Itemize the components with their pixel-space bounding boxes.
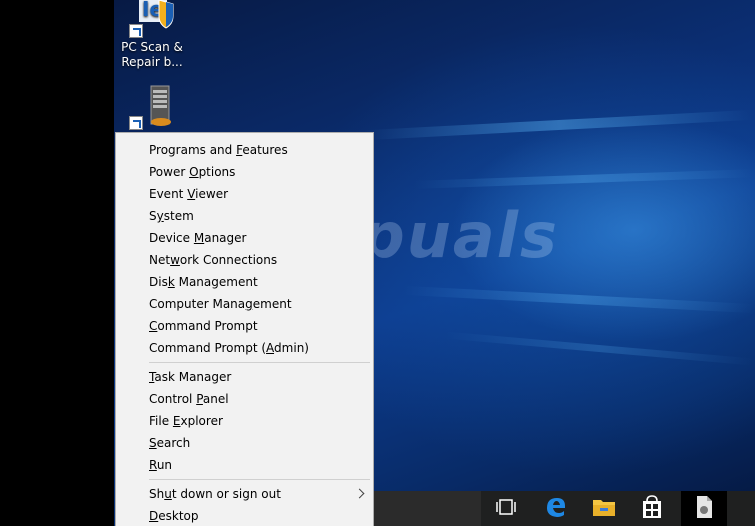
menu-item-label: anager: [204, 231, 247, 245]
pc-scan-repair-icon: Ie: [129, 0, 175, 38]
menu-item-label: ement: [252, 297, 292, 311]
store-taskbar-button[interactable]: [629, 491, 675, 526]
edge-browser-icon: [544, 495, 568, 523]
task-view-icon: [496, 498, 516, 519]
menu-item-label: earch: [156, 436, 191, 450]
menu-item-search[interactable]: Search: [116, 432, 373, 454]
menu-item-label: Programs and: [149, 143, 237, 157]
menu-item-label: Control: [149, 392, 197, 406]
menu-item-access-key: P: [196, 392, 203, 406]
menu-separator: [149, 479, 370, 480]
left-black-strip: [0, 0, 114, 526]
menu-item-command-prompt[interactable]: Command Prompt: [116, 315, 373, 337]
menu-item-label: Net: [149, 253, 171, 267]
menu-item-label: Management: [174, 275, 258, 289]
menu-item-access-key: S: [149, 436, 157, 450]
menu-item-access-key: A: [266, 341, 275, 355]
menu-item-network-connections[interactable]: Network Connections: [116, 249, 373, 271]
menu-item-label: File: [149, 414, 173, 428]
menu-item-label: anel: [202, 392, 229, 406]
menu-item-label: t down or sign out: [171, 487, 281, 501]
menu-item-label: Power: [149, 165, 190, 179]
chevron-right-icon: [354, 488, 365, 499]
edge-taskbar-button[interactable]: [533, 491, 579, 526]
server-shortcut-icon: [129, 84, 175, 130]
store-icon: [641, 494, 663, 523]
menu-item-label: ork Connections: [179, 253, 278, 267]
menu-item-access-key: V: [187, 187, 196, 201]
menu-item-label: Event: [149, 187, 188, 201]
file-explorer-icon: [592, 496, 616, 522]
menu-item-label: dmin): [274, 341, 309, 355]
menu-item-access-key: u: [164, 487, 172, 501]
menu-item-event-viewer[interactable]: Event Viewer: [116, 183, 373, 205]
menu-item-label: ask Manager: [154, 370, 232, 384]
menu-item-label: esktop: [158, 509, 199, 523]
menu-item-control-panel[interactable]: Control Panel: [116, 388, 373, 410]
menu-item-label: ommand Prompt: [157, 319, 258, 333]
menu-item-access-key: y: [156, 209, 164, 223]
shortcut-arrow-icon: [129, 24, 143, 38]
menu-separator: [149, 362, 370, 363]
menu-item-shut-down-or-sign-out[interactable]: Shut down or sign out: [116, 483, 373, 505]
menu-item-label: Computer Mana: [149, 297, 246, 311]
menu-item-disk-management[interactable]: Disk Management: [116, 271, 373, 293]
desktop-icon-server[interactable]: [115, 84, 189, 132]
task-view-button[interactable]: [483, 491, 529, 526]
menu-item-access-key: D: [149, 509, 159, 523]
menu-item-run[interactable]: Run: [116, 454, 373, 476]
desktop-icon-pc-scan-repair[interactable]: Ie PC Scan & Repair b...: [115, 0, 189, 70]
menu-item-label: un: [156, 458, 173, 472]
menu-item-access-key: w: [170, 253, 180, 267]
menu-item-access-key: E: [172, 414, 181, 428]
app-taskbar-button[interactable]: [681, 491, 727, 526]
menu-item-label: iewer: [195, 187, 229, 201]
menu-item-label: eatures: [242, 143, 288, 157]
menu-item-label: S: [149, 209, 157, 223]
menu-item-task-manager[interactable]: Task Manager: [116, 366, 373, 388]
desktop-icon-label: Repair b...: [121, 55, 183, 69]
menu-item-file-explorer[interactable]: File Explorer: [116, 410, 373, 432]
menu-item-power-options[interactable]: Power Options: [116, 161, 373, 183]
menu-item-system[interactable]: System: [116, 205, 373, 227]
menu-item-access-key: M: [193, 231, 205, 245]
menu-item-label: xplorer: [180, 414, 223, 428]
menu-item-programs-and-features[interactable]: Programs and Features: [116, 139, 373, 161]
app-icon: [694, 495, 714, 523]
menu-item-label: Sh: [149, 487, 165, 501]
menu-item-label: Command Prompt (: [149, 341, 267, 355]
shortcut-arrow-icon: [129, 116, 143, 130]
menu-item-computer-management[interactable]: Computer Management: [116, 293, 373, 315]
menu-item-device-manager[interactable]: Device Manager: [116, 227, 373, 249]
desktop-icon-label: PC Scan &: [121, 40, 183, 54]
file-explorer-taskbar-button[interactable]: [581, 491, 627, 526]
menu-item-access-key: O: [189, 165, 199, 179]
winx-power-user-menu: Programs and Features Power Options Event …: [115, 132, 374, 526]
menu-item-access-key: k: [167, 275, 175, 289]
menu-item-access-key: R: [149, 458, 157, 472]
taskbar: [374, 491, 755, 526]
menu-item-desktop[interactable]: Desktop: [116, 505, 373, 526]
menu-item-label: Dis: [149, 275, 168, 289]
menu-item-label: Device: [149, 231, 194, 245]
menu-item-access-key: g: [245, 297, 253, 311]
menu-item-label: ptions: [198, 165, 236, 179]
menu-item-label: stem: [163, 209, 194, 223]
taskbar-search-area[interactable]: [374, 491, 481, 526]
menu-item-command-prompt-admin[interactable]: Command Prompt (Admin): [116, 337, 373, 359]
